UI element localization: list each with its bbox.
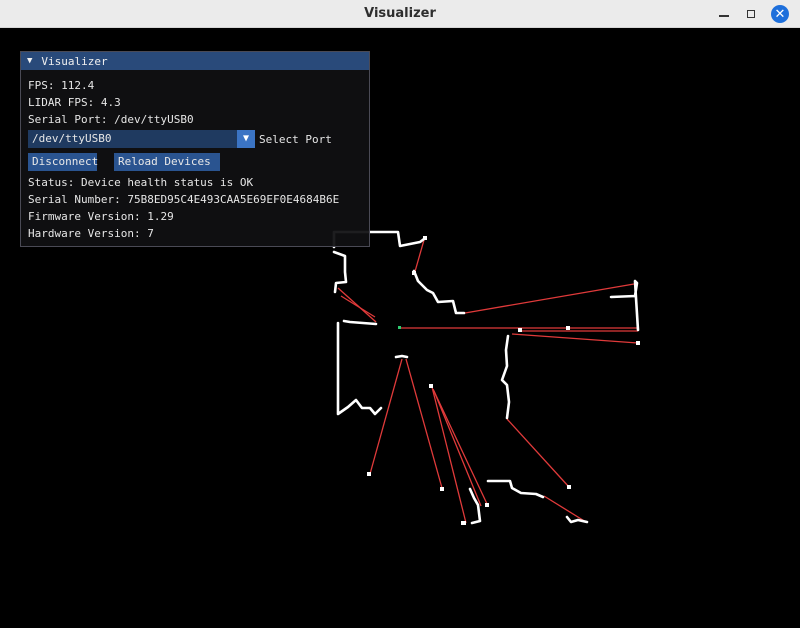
window-title: Visualizer xyxy=(364,6,436,21)
scan-ray xyxy=(511,333,639,344)
scan-wall xyxy=(468,487,482,525)
panel-title: Visualizer xyxy=(41,54,108,68)
scan-ray xyxy=(431,386,467,524)
scan-wall xyxy=(332,250,348,294)
port-select-combo[interactable]: /dev/ttyUSB0 ▼ xyxy=(28,130,255,148)
scan-wall xyxy=(394,354,409,359)
sensor-origin-marker xyxy=(398,326,401,329)
scan-point xyxy=(440,487,444,491)
scan-point xyxy=(423,236,427,240)
scan-point xyxy=(518,328,522,332)
scan-ray xyxy=(464,283,635,314)
scan-ray xyxy=(543,495,587,523)
scan-wall xyxy=(342,319,378,326)
chevron-down-icon[interactable]: ▼ xyxy=(237,130,255,148)
port-select-value: /dev/ttyUSB0 xyxy=(32,132,112,145)
status-text: Status: Device health status is OK xyxy=(28,176,254,189)
collapse-arrow-icon[interactable]: ▼ xyxy=(27,56,32,66)
serial-port-text: Serial Port: /dev/ttyUSB0 xyxy=(28,113,194,126)
scan-ray xyxy=(369,358,403,475)
scan-ray xyxy=(506,418,570,488)
scan-wall xyxy=(336,321,383,416)
window-titlebar[interactable]: Visualizer ✕ xyxy=(0,0,800,28)
scan-point xyxy=(636,341,640,345)
fps-text: FPS: 112.4 xyxy=(28,79,95,92)
scan-ray xyxy=(405,358,443,489)
scan-point xyxy=(412,271,416,275)
hardware-version-text: Hardware Version: 7 xyxy=(28,227,154,240)
port-select-label: Select Port xyxy=(259,133,332,146)
panel-header[interactable]: ▼ Visualizer xyxy=(21,52,369,70)
scan-point xyxy=(367,472,371,476)
disconnect-button[interactable]: Disconnect xyxy=(28,153,98,171)
reload-devices-button[interactable]: Reload Devices xyxy=(114,153,220,171)
scan-point xyxy=(461,521,466,525)
scan-point xyxy=(429,384,433,388)
minimize-button[interactable] xyxy=(714,4,734,24)
lidar-fps-text: LIDAR FPS: 4.3 xyxy=(28,96,121,109)
scan-wall xyxy=(486,479,545,499)
maximize-button[interactable] xyxy=(741,4,761,24)
scan-wall xyxy=(565,515,589,524)
scan-point xyxy=(567,485,571,489)
scan-point xyxy=(485,503,489,507)
scan-ray xyxy=(337,287,377,323)
scan-ray xyxy=(413,239,425,276)
close-icon: ✕ xyxy=(771,5,789,23)
close-button[interactable]: ✕ xyxy=(770,4,790,24)
firmware-version-text: Firmware Version: 1.29 xyxy=(28,210,174,223)
scan-point xyxy=(566,326,570,330)
scan-wall xyxy=(412,269,466,315)
scan-walls xyxy=(332,230,640,525)
scan-wall xyxy=(500,334,511,420)
minimize-icon xyxy=(719,14,729,17)
scan-ray xyxy=(340,295,376,318)
visualizer-panel[interactable]: ▼ Visualizer FPS: 112.4 LIDAR FPS: 4.3 S… xyxy=(20,51,370,247)
scan-wall xyxy=(609,279,640,332)
maximize-icon xyxy=(747,10,755,18)
serial-number-text: Serial Number: 75B8ED95C4E493CAA5E69EF0E… xyxy=(28,193,340,206)
